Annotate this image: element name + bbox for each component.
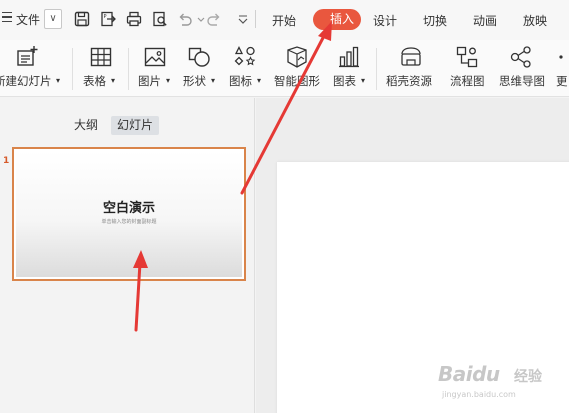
chart-button[interactable]: 图表 ▾ xyxy=(330,40,370,97)
table-dropdown-icon[interactable]: ▾ xyxy=(111,76,115,85)
save-icon[interactable] xyxy=(73,10,91,28)
svg-text:P: P xyxy=(104,14,107,20)
tab-transition[interactable]: 切换 xyxy=(423,12,447,29)
chart-dropdown-icon[interactable]: ▾ xyxy=(361,76,365,85)
slide-number: 1 xyxy=(3,156,10,166)
customize-icon[interactable] xyxy=(234,10,248,28)
tab-insert[interactable]: 插入 xyxy=(313,9,362,30)
slide-thumbnail[interactable]: 空白演示 单击输入您的封面副标题 xyxy=(12,147,246,281)
file-dropdown-button[interactable]: ∨ xyxy=(44,9,62,29)
table-button[interactable]: 表格 ▾ xyxy=(80,40,122,97)
new-slide-label: 新建幻灯片 xyxy=(0,74,52,88)
icons-icon xyxy=(232,44,258,70)
smart-graphic-button[interactable]: 智能图形 xyxy=(272,40,326,97)
tab-design[interactable]: 设计 xyxy=(373,12,397,29)
docer-resource-icon xyxy=(398,44,424,70)
more-icon xyxy=(556,44,569,70)
shape-dropdown-icon[interactable]: ▾ xyxy=(211,76,215,85)
new-slide-button[interactable]: 新建幻灯片 ▾ xyxy=(0,40,66,97)
table-icon xyxy=(88,44,114,70)
slide-thumbnail-content: 空白演示 单击输入您的封面副标题 xyxy=(16,151,242,277)
smart-graphic-label: 智能图形 xyxy=(274,74,320,88)
smart-graphic-icon xyxy=(284,44,310,70)
shape-icon xyxy=(186,44,212,70)
mindmap-label: 思维导图 xyxy=(499,74,545,88)
docer-resource-button[interactable]: 稻壳资源 xyxy=(384,40,438,97)
menu-bar: 文件 ∨ P 开始 插入 设计 切换 动画 放映 xyxy=(0,0,569,40)
baidu-watermark: Baidu 经验 jingyan.baidu.com xyxy=(438,358,566,410)
redo-icon[interactable] xyxy=(205,10,223,28)
insert-ribbon: 新建幻灯片 ▾ 表格 ▾ 图片 ▾ 形状 ▾ 图标 ▾ 智能图形 xyxy=(0,40,569,97)
ribbon-divider xyxy=(376,48,377,90)
shape-button[interactable]: 形状 ▾ xyxy=(180,40,220,97)
slide-subtitle: 单击输入您的封面副标题 xyxy=(101,219,157,225)
mindmap-button[interactable]: 思维导图 xyxy=(496,40,550,97)
mindmap-icon xyxy=(508,44,534,70)
more-label: 更 xyxy=(556,74,568,88)
tab-animation[interactable]: 动画 xyxy=(473,12,497,29)
toolbar-divider xyxy=(255,10,256,28)
file-menu[interactable]: 文件 xyxy=(16,11,40,28)
tab-home[interactable]: 开始 xyxy=(272,12,296,29)
watermark-logo-text: Baidu xyxy=(438,362,500,386)
chart-label: 图表 xyxy=(333,74,356,88)
hamburger-menu-icon[interactable] xyxy=(2,12,12,24)
undo-dropdown-icon[interactable] xyxy=(192,10,205,28)
icons-button[interactable]: 图标 ▾ xyxy=(226,40,266,97)
picture-icon xyxy=(142,44,168,70)
slide-panel: 大纲 幻灯片 1 空白演示 单击输入您的封面副标题 xyxy=(0,98,255,413)
watermark-url: jingyan.baidu.com xyxy=(442,390,516,399)
flowchart-icon xyxy=(454,44,480,70)
ribbon-divider xyxy=(72,48,73,90)
icons-label: 图标 xyxy=(229,74,252,88)
export-icon[interactable]: P xyxy=(99,10,117,28)
more-button[interactable]: 更 xyxy=(554,40,569,97)
new-slide-icon xyxy=(14,44,40,70)
ribbon-divider xyxy=(128,48,129,90)
tab-slideshow[interactable]: 放映 xyxy=(523,12,547,29)
picture-button[interactable]: 图片 ▾ xyxy=(136,40,176,97)
picture-dropdown-icon[interactable]: ▾ xyxy=(166,76,170,85)
icons-dropdown-icon[interactable]: ▾ xyxy=(257,76,261,85)
flowchart-button[interactable]: 流程图 xyxy=(446,40,488,97)
print-icon[interactable] xyxy=(125,10,143,28)
slide-title: 空白演示 xyxy=(102,201,155,216)
print-preview-icon[interactable] xyxy=(151,10,169,28)
chart-icon xyxy=(336,44,362,70)
watermark-logo-cn: 经验 xyxy=(514,369,542,385)
picture-label: 图片 xyxy=(138,74,161,88)
docer-resource-label: 稻壳资源 xyxy=(386,74,432,88)
new-slide-dropdown-icon[interactable]: ▾ xyxy=(56,76,60,85)
tab-slides[interactable]: 幻灯片 xyxy=(111,116,160,135)
shape-label: 形状 xyxy=(183,74,206,88)
table-label: 表格 xyxy=(83,74,106,88)
tab-outline[interactable]: 大纲 xyxy=(74,116,98,135)
flowchart-label: 流程图 xyxy=(450,74,485,88)
